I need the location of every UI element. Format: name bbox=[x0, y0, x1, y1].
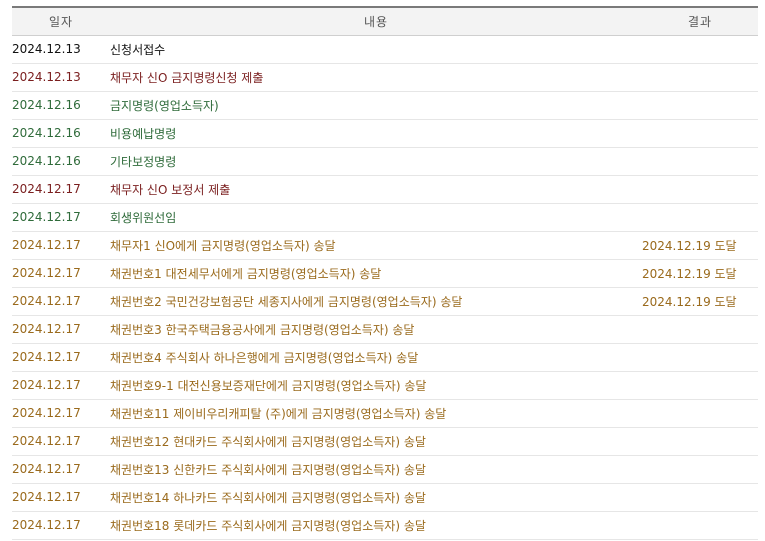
row-date: 2024.12.17 bbox=[12, 315, 110, 344]
row-result bbox=[642, 427, 758, 456]
table-row: 2024.12.16 비용예납명령 bbox=[12, 119, 758, 148]
case-progress-table: 일자 내용 결과 2024.12.13 신청서접수 2024.12.13 채무자 신O… bbox=[12, 6, 758, 540]
row-date: 2024.12.13 bbox=[12, 63, 110, 92]
row-result bbox=[642, 455, 758, 484]
row-content: 채무자1 신O에게 금지명령(영업소득자) 송달 bbox=[110, 231, 642, 260]
table-row: 2024.12.17 채무자1 신O에게 금지명령(영업소득자) 송달 2024.1… bbox=[12, 231, 758, 260]
header-content: 내용 bbox=[110, 6, 642, 36]
table-row: 2024.12.17 채권번호2 국민건강보험공단 세종지사에게 금지명령(영업소… bbox=[12, 287, 758, 316]
table-row: 2024.12.17 채권번호12 현대카드 주식회사에게 금지명령(영업소득자)… bbox=[12, 427, 758, 456]
row-date: 2024.12.17 bbox=[12, 231, 110, 260]
row-date: 2024.12.13 bbox=[12, 35, 110, 64]
row-result bbox=[642, 63, 758, 92]
row-content: 채권번호4 주식회사 하나은행에게 금지명령(영업소득자) 송달 bbox=[110, 343, 642, 372]
table-row: 2024.12.13 채무자 신O 금지명령신청 제출 bbox=[12, 63, 758, 92]
row-content: 채권번호14 하나카드 주식회사에게 금지명령(영업소득자) 송달 bbox=[110, 483, 642, 512]
table-row: 2024.12.16 금지명령(영업소득자) bbox=[12, 91, 758, 120]
row-date: 2024.12.17 bbox=[12, 399, 110, 428]
table-row: 2024.12.17 채권번호11 제이비우리캐피탈 (주)에게 금지명령(영업소… bbox=[12, 399, 758, 428]
row-date: 2024.12.17 bbox=[12, 343, 110, 372]
case-progress-panel: 일자 내용 결과 2024.12.13 신청서접수 2024.12.13 채무자 신O… bbox=[0, 0, 765, 541]
row-date: 2024.12.16 bbox=[12, 91, 110, 120]
row-content: 채권번호11 제이비우리캐피탈 (주)에게 금지명령(영업소득자) 송달 bbox=[110, 399, 642, 428]
row-date: 2024.12.17 bbox=[12, 203, 110, 232]
header-date: 일자 bbox=[12, 6, 110, 36]
row-content: 채권번호13 신한카드 주식회사에게 금지명령(영업소득자) 송달 bbox=[110, 455, 642, 484]
row-content: 회생위원선임 bbox=[110, 203, 642, 232]
row-content: 채권번호2 국민건강보험공단 세종지사에게 금지명령(영업소득자) 송달 bbox=[110, 287, 642, 316]
row-content: 신청서접수 bbox=[110, 35, 642, 64]
row-date: 2024.12.17 bbox=[12, 511, 110, 540]
row-result bbox=[642, 511, 758, 540]
table-body: 2024.12.13 신청서접수 2024.12.13 채무자 신O 금지명령신청 제… bbox=[12, 35, 758, 540]
table-row: 2024.12.16 기타보정명령 bbox=[12, 147, 758, 176]
table-row: 2024.12.17 채권번호9-1 대전신용보증재단에게 금지명령(영업소득자)… bbox=[12, 371, 758, 400]
row-content: 채권번호1 대전세무서에게 금지명령(영업소득자) 송달 bbox=[110, 259, 642, 288]
row-date: 2024.12.17 bbox=[12, 455, 110, 484]
row-result bbox=[642, 35, 758, 64]
row-content: 채권번호12 현대카드 주식회사에게 금지명령(영업소득자) 송달 bbox=[110, 427, 642, 456]
row-result: 2024.12.19 도달 bbox=[642, 231, 758, 260]
header-result: 결과 bbox=[642, 6, 758, 36]
row-result bbox=[642, 315, 758, 344]
row-content: 채권번호18 롯데카드 주식회사에게 금지명령(영업소득자) 송달 bbox=[110, 511, 642, 540]
row-result bbox=[642, 119, 758, 148]
row-result bbox=[642, 147, 758, 176]
row-content: 채권번호9-1 대전신용보증재단에게 금지명령(영업소득자) 송달 bbox=[110, 371, 642, 400]
row-result bbox=[642, 343, 758, 372]
row-date: 2024.12.17 bbox=[12, 483, 110, 512]
table-row: 2024.12.17 채권번호18 롯데카드 주식회사에게 금지명령(영업소득자)… bbox=[12, 511, 758, 540]
row-date: 2024.12.17 bbox=[12, 287, 110, 316]
table-header: 일자 내용 결과 bbox=[12, 6, 758, 36]
row-result bbox=[642, 483, 758, 512]
row-result: 2024.12.19 도달 bbox=[642, 287, 758, 316]
table-row: 2024.12.17 회생위원선임 bbox=[12, 203, 758, 232]
row-content: 채권번호3 한국주택금융공사에게 금지명령(영업소득자) 송달 bbox=[110, 315, 642, 344]
row-result bbox=[642, 91, 758, 120]
row-result bbox=[642, 399, 758, 428]
row-content: 비용예납명령 bbox=[110, 119, 642, 148]
table-row: 2024.12.13 신청서접수 bbox=[12, 35, 758, 64]
row-content: 채무자 신O 보정서 제출 bbox=[110, 175, 642, 204]
table-row: 2024.12.17 채권번호13 신한카드 주식회사에게 금지명령(영업소득자)… bbox=[12, 455, 758, 484]
table-row: 2024.12.17 채무자 신O 보정서 제출 bbox=[12, 175, 758, 204]
row-result: 2024.12.19 도달 bbox=[642, 259, 758, 288]
row-content: 금지명령(영업소득자) bbox=[110, 91, 642, 120]
row-date: 2024.12.17 bbox=[12, 259, 110, 288]
row-date: 2024.12.17 bbox=[12, 371, 110, 400]
row-content: 채무자 신O 금지명령신청 제출 bbox=[110, 63, 642, 92]
row-content: 기타보정명령 bbox=[110, 147, 642, 176]
row-date: 2024.12.16 bbox=[12, 119, 110, 148]
table-row: 2024.12.17 채권번호3 한국주택금융공사에게 금지명령(영업소득자) 송… bbox=[12, 315, 758, 344]
row-result bbox=[642, 371, 758, 400]
row-result bbox=[642, 203, 758, 232]
table-row: 2024.12.17 채권번호4 주식회사 하나은행에게 금지명령(영업소득자) … bbox=[12, 343, 758, 372]
table-row: 2024.12.17 채권번호14 하나카드 주식회사에게 금지명령(영업소득자)… bbox=[12, 483, 758, 512]
header-row: 일자 내용 결과 bbox=[12, 6, 758, 36]
row-date: 2024.12.16 bbox=[12, 147, 110, 176]
row-result bbox=[642, 175, 758, 204]
row-date: 2024.12.17 bbox=[12, 175, 110, 204]
table-row: 2024.12.17 채권번호1 대전세무서에게 금지명령(영업소득자) 송달 20… bbox=[12, 259, 758, 288]
row-date: 2024.12.17 bbox=[12, 427, 110, 456]
